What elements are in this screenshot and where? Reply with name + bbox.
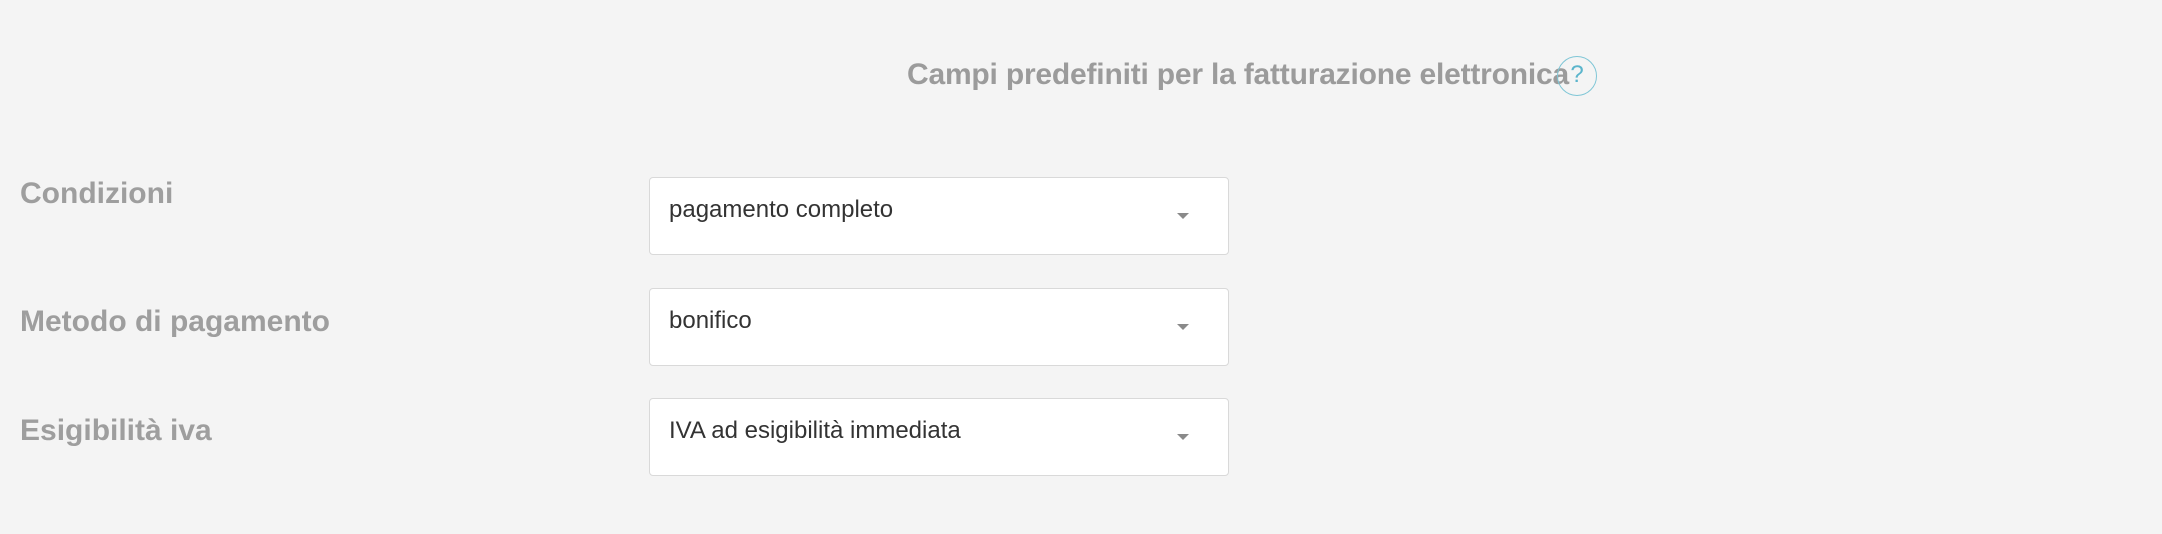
field-row-metodo-pagamento: Metodo di pagamento bonifico: [0, 288, 2162, 368]
metodo-pagamento-select[interactable]: bonifico: [649, 288, 1229, 366]
metodo-pagamento-select-value: bonifico: [669, 307, 752, 334]
caret-down-icon: [1177, 434, 1189, 440]
caret-down-icon: [1177, 213, 1189, 219]
question-icon[interactable]: ?: [1557, 56, 1597, 96]
esigibilita-iva-label: Esigibilità iva: [20, 414, 212, 447]
condizioni-select[interactable]: pagamento completo: [649, 177, 1229, 255]
condizioni-select-value: pagamento completo: [669, 196, 894, 223]
metodo-pagamento-label: Metodo di pagamento: [20, 305, 330, 338]
section-header: Campi predefiniti per la fatturazione el…: [0, 56, 2162, 100]
caret-down-icon: [1177, 324, 1189, 330]
esigibilita-iva-select[interactable]: IVA ad esigibilità immediata: [649, 398, 1229, 476]
field-row-condizioni: Condizioni pagamento completo: [0, 177, 2162, 257]
einvoice-defaults-page: Campi predefiniti per la fatturazione el…: [0, 0, 2162, 534]
section-title: Campi predefiniti per la fatturazione el…: [907, 58, 1569, 91]
field-row-esigibilita-iva: Esigibilità iva IVA ad esigibilità immed…: [0, 398, 2162, 478]
esigibilita-iva-select-value: IVA ad esigibilità immediata: [669, 417, 961, 444]
condizioni-label: Condizioni: [20, 177, 174, 210]
